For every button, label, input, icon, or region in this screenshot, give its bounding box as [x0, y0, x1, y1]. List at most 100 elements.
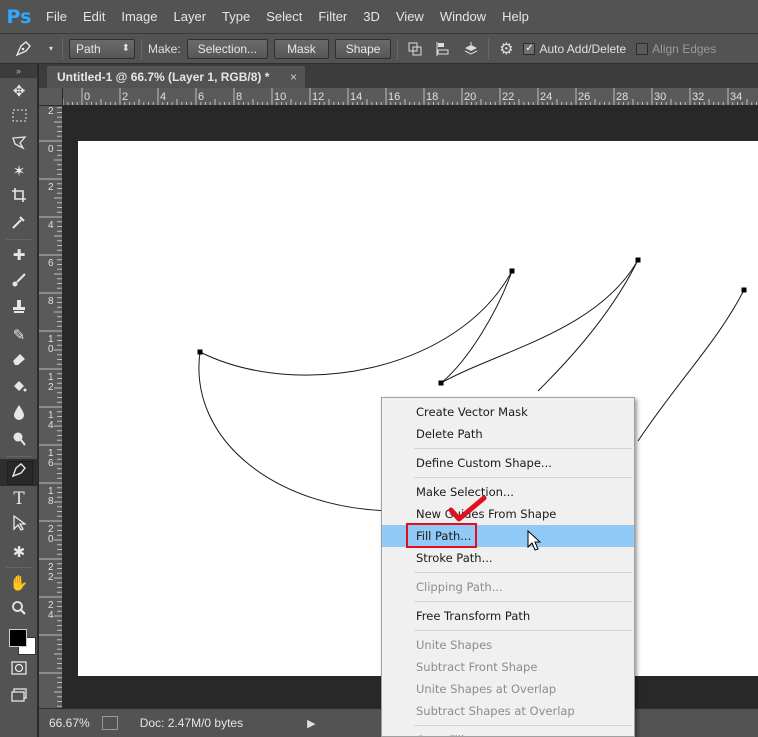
pen-tool-icon[interactable]	[0, 459, 38, 486]
anchor-point[interactable]	[741, 287, 747, 293]
menu-separator	[414, 630, 632, 631]
menu-separator	[414, 725, 632, 726]
checkbox-unchecked-icon	[636, 42, 649, 55]
hand-tool-icon[interactable]: ✋	[0, 570, 38, 597]
ruler-tick-label: 10	[48, 334, 54, 355]
menu-select[interactable]: Select	[258, 0, 310, 34]
ruler-tick-label: 4	[48, 220, 54, 231]
path-operations-icon[interactable]	[404, 39, 426, 59]
menu-filter[interactable]: Filter	[310, 0, 355, 34]
screen-mode-icon[interactable]	[0, 684, 38, 711]
menu-item-unite-shapes-at-overlap: Unite Shapes at Overlap	[416, 682, 557, 696]
vertical-ruler[interactable]: 2024681012141618202224	[39, 106, 63, 708]
document-tab[interactable]: Untitled-1 @ 66.7% (Layer 1, RGB/8) * ×	[47, 66, 305, 88]
clone-stamp-tool-icon[interactable]	[0, 295, 38, 322]
foreground-color-swatch[interactable]	[9, 629, 27, 647]
menu-item-subtract-shapes-at-overlap: Subtract Shapes at Overlap	[416, 704, 575, 718]
ruler-tick-label: 2	[48, 182, 54, 193]
ruler-tick-label: 0	[84, 91, 90, 103]
pen-icon[interactable]: ▾	[6, 39, 40, 59]
history-brush-tool-icon[interactable]: ✎	[0, 322, 38, 349]
zoom-tool-icon[interactable]	[0, 597, 38, 624]
menu-separator	[414, 477, 632, 478]
magic-wand-tool-icon[interactable]: ✶	[0, 158, 38, 185]
menu-item-new-guides-from-shape[interactable]: New Guides From Shape	[382, 503, 634, 525]
menu-item-create-vector-mask[interactable]: Create Vector Mask	[382, 401, 634, 423]
anchor-point[interactable]	[509, 268, 515, 274]
menu-image[interactable]: Image	[113, 0, 165, 34]
lasso-tool-icon[interactable]	[0, 131, 38, 158]
ruler-tick-label: 24	[540, 91, 552, 103]
ruler-tick-label: 18	[426, 91, 438, 103]
menu-item-fill-path[interactable]: Fill Path...	[382, 525, 634, 547]
separator	[397, 37, 399, 60]
eyedropper-tool-icon[interactable]	[0, 211, 38, 238]
status-menu-arrow-icon[interactable]: ▶	[307, 717, 315, 730]
document-tab-title: Untitled-1 @ 66.7% (Layer 1, RGB/8) *	[57, 70, 270, 84]
panel-collapse-icon[interactable]: »	[0, 64, 37, 78]
anchor-point[interactable]	[635, 257, 641, 263]
doc-info[interactable]: Doc: 2.47M/0 bytes	[140, 716, 243, 730]
ruler-tick-label: 18	[48, 486, 54, 507]
ruler-tick-label: 0	[48, 144, 54, 155]
menu-view[interactable]: View	[388, 0, 432, 34]
menu-item-copy-fill: Copy Fill	[382, 729, 634, 736]
ruler-tick-label: 4	[160, 91, 166, 103]
type-tool-icon[interactable]: T	[0, 486, 38, 513]
color-swatches[interactable]	[0, 623, 37, 657]
menu-type[interactable]: Type	[214, 0, 258, 34]
photoshop-logo: Ps	[6, 5, 32, 28]
eraser-tool-icon[interactable]	[0, 348, 38, 375]
menu-window[interactable]: Window	[432, 0, 494, 34]
path-selection-tool-icon[interactable]	[0, 512, 38, 539]
separator	[62, 37, 63, 60]
move-tool-icon[interactable]: ✥	[0, 78, 38, 105]
mode-select[interactable]: Path	[69, 38, 135, 59]
mask-button[interactable]: Mask	[274, 38, 329, 59]
ruler-tick-label: 28	[616, 91, 628, 103]
brush-tool-icon[interactable]	[0, 269, 38, 296]
marquee-tool-icon[interactable]	[0, 105, 38, 132]
quick-mask-icon[interactable]	[0, 657, 38, 684]
menu-item-stroke-path[interactable]: Stroke Path...	[382, 547, 634, 569]
ruler-tick-label: 8	[236, 91, 242, 103]
menu-help[interactable]: Help	[494, 0, 537, 34]
custom-shape-tool-icon[interactable]: ✱	[0, 539, 38, 566]
close-icon[interactable]: ×	[290, 70, 297, 84]
menu-3d[interactable]: 3D	[355, 0, 388, 34]
blur-tool-icon[interactable]	[0, 401, 38, 428]
tools-panel: » ✥ ✶ ✚ ✎ T ✱ ✋	[0, 64, 38, 737]
separator	[6, 456, 31, 457]
menu-item-define-custom-shape[interactable]: Define Custom Shape...	[382, 452, 634, 474]
crop-tool-icon[interactable]	[0, 184, 38, 211]
shape-button[interactable]: Shape	[334, 38, 392, 59]
auto-add-delete-checkbox[interactable]: ✓ Auto Add/Delete	[523, 42, 626, 56]
anchor-point[interactable]	[438, 380, 444, 386]
ruler-tick-label: 12	[312, 91, 324, 103]
dodge-tool-icon[interactable]	[0, 428, 38, 455]
menu-edit[interactable]: Edit	[75, 0, 113, 34]
ruler-tick-label: 8	[48, 296, 54, 307]
menu-item-free-transform-path[interactable]: Free Transform Path	[382, 605, 634, 627]
align-edges-checkbox[interactable]: Align Edges	[636, 42, 716, 56]
menu-layer[interactable]: Layer	[166, 0, 215, 34]
menu-item-unite-shapes: Unite Shapes	[416, 638, 493, 652]
path-arrangement-icon[interactable]	[460, 39, 482, 59]
menu-item-delete-path[interactable]: Delete Path	[382, 423, 634, 445]
export-icon[interactable]	[101, 716, 118, 730]
ruler-tick-label: 26	[578, 91, 590, 103]
ruler-tick-label: 2	[122, 91, 128, 103]
selection-button[interactable]: Selection...	[186, 38, 269, 59]
ruler-corner[interactable]	[39, 88, 63, 106]
paint-bucket-tool-icon[interactable]	[0, 375, 38, 402]
healing-brush-tool-icon[interactable]: ✚	[0, 242, 38, 269]
anchor-point[interactable]	[197, 349, 203, 355]
menu-item-make-selection[interactable]: Make Selection...	[382, 481, 634, 503]
tool-preset-dropdown-icon[interactable]: ▾	[46, 39, 56, 59]
path-alignment-icon[interactable]	[432, 39, 454, 59]
ruler-tick-label: 16	[388, 91, 400, 103]
horizontal-ruler[interactable]: 0 2 4 6 8 10 12 14 16 18 20 22 24 26 28 30 32 34	[63, 88, 758, 106]
gear-icon[interactable]: ⚙	[495, 39, 517, 59]
menu-file[interactable]: File	[38, 0, 75, 34]
zoom-level[interactable]: 66.67%	[49, 716, 90, 730]
